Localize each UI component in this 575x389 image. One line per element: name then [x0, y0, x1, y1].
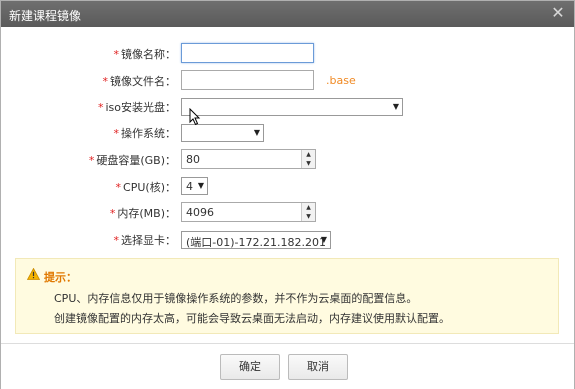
- memory-value: 4096: [186, 206, 214, 219]
- dialog-title-bar: 新建课程镜像 ✕: [1, 1, 574, 27]
- stepper-up-icon[interactable]: ▲: [302, 150, 315, 159]
- image-name-input[interactable]: [181, 43, 314, 63]
- iso-disc-row: * iso安装光盘： ▼: [1, 97, 575, 117]
- cpu-label: * CPU(核)：: [115, 181, 176, 194]
- image-file-name-row: * 镜像文件名： .base: [1, 70, 575, 90]
- cpu-select[interactable]: 4 ▼: [181, 177, 208, 195]
- image-name-row: * 镜像名称：: [1, 43, 575, 63]
- chevron-down-icon: ▼: [197, 181, 204, 190]
- warning-icon: [27, 268, 40, 280]
- required-mark: *: [102, 75, 109, 88]
- nic-select[interactable]: (端口-01)-172.21.182.201 ▼: [181, 231, 331, 249]
- close-icon[interactable]: ✕: [550, 4, 566, 22]
- required-mark: *: [109, 207, 116, 220]
- disk-label: * 硬盘容量(GB)：: [88, 154, 176, 167]
- stepper-up-icon[interactable]: ▲: [302, 203, 315, 212]
- stepper-buttons: ▲ ▼: [301, 203, 315, 221]
- chevron-down-icon: ▼: [320, 235, 327, 244]
- mouse-pointer-icon: [189, 108, 201, 126]
- stepper-down-icon[interactable]: ▼: [302, 212, 315, 221]
- tip-line-2: 创建镜像配置的内存太高，可能会导致云桌面无法启动，内存建议使用默认配置。: [54, 312, 450, 325]
- file-extension-suffix: .base: [326, 74, 356, 87]
- cpu-row: * CPU(核)： 4 ▼: [1, 176, 575, 196]
- disk-row: * 硬盘容量(GB)： 80 ▲ ▼: [1, 149, 575, 169]
- os-label: * 操作系统：: [113, 127, 177, 140]
- image-file-name-label: * 镜像文件名：: [102, 75, 177, 88]
- required-mark: *: [113, 48, 120, 61]
- required-mark: *: [113, 234, 120, 247]
- disk-value: 80: [186, 153, 200, 166]
- memory-stepper[interactable]: 4096 ▲ ▼: [181, 202, 316, 222]
- required-mark: *: [115, 181, 122, 194]
- cpu-value: 4: [186, 180, 193, 193]
- ok-button[interactable]: 确定: [220, 354, 280, 380]
- tip-title: 提示：: [44, 271, 77, 284]
- required-mark: *: [97, 101, 104, 114]
- stepper-buttons: ▲ ▼: [301, 150, 315, 168]
- dialog-footer: 确定 取消: [1, 343, 574, 389]
- iso-disc-select[interactable]: ▼: [181, 98, 403, 116]
- new-course-image-dialog: 新建课程镜像 ✕ * 镜像名称： * 镜像文件名： .base * iso安装光盘： …: [0, 0, 575, 389]
- iso-disc-label: * iso安装光盘：: [97, 101, 176, 114]
- os-row: * 操作系统： ▼: [1, 123, 575, 143]
- memory-row: * 内存(MB)： 4096 ▲ ▼: [1, 202, 575, 222]
- required-mark: *: [113, 127, 120, 140]
- chevron-down-icon: ▼: [253, 128, 260, 137]
- stepper-down-icon[interactable]: ▼: [302, 159, 315, 168]
- tip-box: 提示： CPU、内存信息仅用于镜像操作系统的参数，并不作为云桌面的配置信息。 创…: [15, 258, 559, 334]
- nic-label: * 选择显卡：: [113, 234, 177, 247]
- cancel-button[interactable]: 取消: [288, 354, 348, 380]
- nic-row: * 选择显卡： (端口-01)-172.21.182.201 ▼: [1, 230, 575, 250]
- memory-label: * 内存(MB)：: [109, 207, 176, 220]
- nic-value: (端口-01)-172.21.182.201: [186, 236, 326, 249]
- os-select[interactable]: ▼: [181, 124, 264, 142]
- tip-line-1: CPU、内存信息仅用于镜像操作系统的参数，并不作为云桌面的配置信息。: [54, 292, 418, 305]
- chevron-down-icon: ▼: [392, 102, 399, 111]
- required-mark: *: [88, 154, 95, 167]
- image-file-name-input[interactable]: [181, 70, 314, 90]
- image-name-label: * 镜像名称：: [113, 48, 177, 61]
- dialog-title: 新建课程镜像: [9, 9, 82, 23]
- disk-stepper[interactable]: 80 ▲ ▼: [181, 149, 316, 169]
